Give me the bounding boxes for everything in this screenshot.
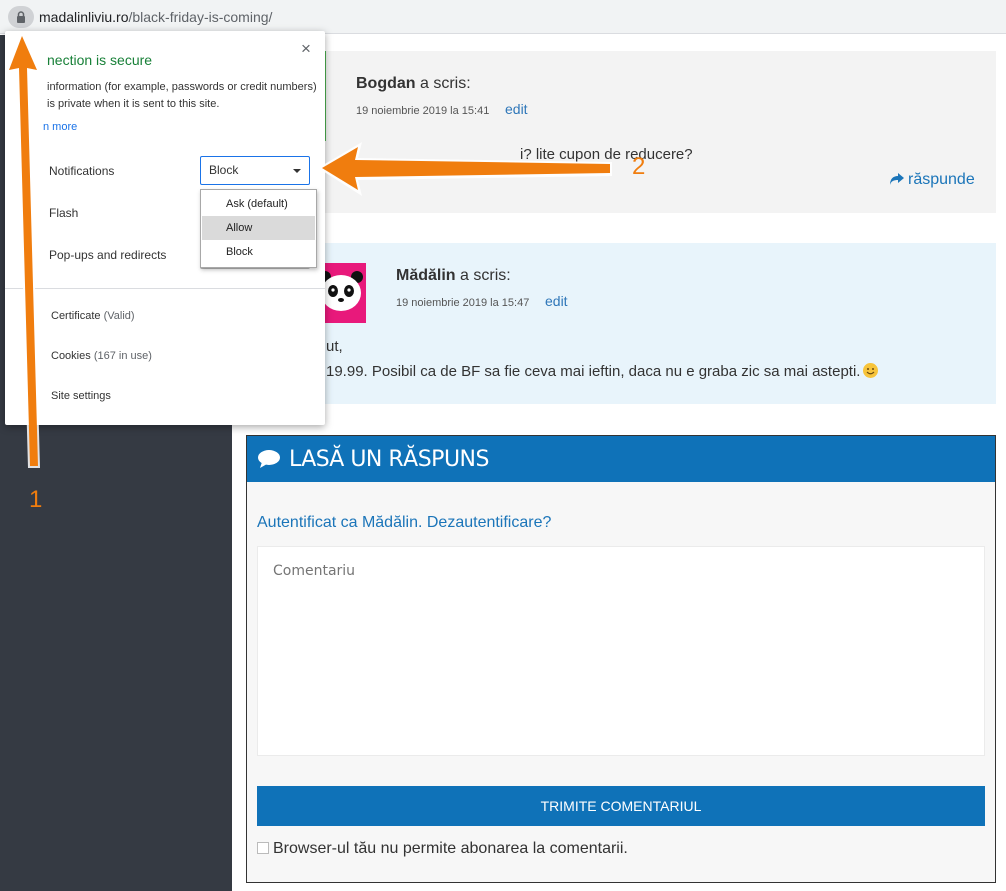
comment-verb: a scris: (420, 75, 471, 92)
reply-label: răspunde (908, 171, 975, 188)
url-domain: madalinliviu.ro (39, 9, 129, 25)
divider (5, 288, 325, 289)
annotation-badge-1: 1 (29, 486, 43, 513)
subscribe-label: Browser-ul tău nu permite abonarea la co… (273, 840, 628, 857)
reply-form: LASĂ UN RĂSPUNS Autentificat ca Mădălin.… (246, 435, 996, 883)
notifications-select-value: Block (209, 163, 239, 177)
comment-verb: a scris: (460, 267, 511, 284)
notifications-select[interactable]: Block (200, 156, 310, 185)
comment-date: 19 noiembrie 2019 la 15:47 (396, 297, 530, 309)
certificate-link[interactable]: Certificate (Valid) (51, 310, 135, 322)
reply-link[interactable]: răspunde (889, 171, 975, 189)
dropdown-option-block[interactable]: Block (202, 240, 315, 264)
permission-label-flash: Flash (49, 206, 79, 220)
address-bar: madalinliviu.ro/black-friday-is-coming/ (0, 0, 1006, 34)
url-field[interactable]: madalinliviu.ro/black-friday-is-coming/ (39, 9, 272, 25)
connection-status-title: nection is secure (47, 52, 153, 68)
lock-icon (17, 11, 25, 23)
comment-textarea[interactable] (257, 546, 985, 756)
reply-form-header: LASĂ UN RĂSPUNS (247, 436, 995, 482)
reply-arrow-icon (890, 173, 904, 185)
certificate-label: Certificate (51, 310, 101, 322)
cookies-count: (167 in use) (93, 350, 152, 362)
comment-text: i? lite cupon de reducere? (520, 146, 693, 163)
comment-author: Bogdan (356, 75, 416, 92)
annotation-badge-2: 2 (632, 153, 646, 180)
subscribe-checkbox[interactable] (257, 842, 269, 854)
permission-label-notifications: Notifications (49, 164, 115, 178)
reply-form-title: LASĂ UN RĂSPUNS (289, 447, 489, 472)
permission-label-popups: Pop-ups and redirects (49, 248, 167, 262)
comment-author-line: Mădălin a scris: (396, 267, 511, 285)
chevron-down-icon (293, 169, 301, 173)
cookies-label: Cookies (51, 350, 91, 362)
speech-bubble-icon (258, 450, 280, 468)
comment-author-line: Bogdan a scris: (356, 75, 471, 93)
learn-more-link[interactable]: n more (43, 121, 77, 133)
comment-edit-link[interactable]: edit (545, 293, 568, 309)
dropdown-option-ask[interactable]: Ask (default) (202, 192, 315, 216)
comment-author: Mădălin (396, 267, 456, 284)
cookies-link[interactable]: Cookies (167 in use) (51, 350, 152, 362)
screenshot-root: madalinliviu.ro/black-friday-is-coming/ … (0, 0, 1006, 891)
url-path: /black-friday-is-coming/ (128, 9, 273, 25)
site-settings-link[interactable]: Site settings (51, 390, 111, 402)
certificate-status: (Valid) (103, 310, 135, 322)
comment-date: 19 noiembrie 2019 la 15:41 (356, 105, 490, 117)
submit-comment-button[interactable]: TRIMITE COMENTARIUL (257, 786, 985, 826)
site-settings-label: Site settings (51, 390, 111, 402)
notifications-dropdown: Ask (default) Allow Block (200, 189, 317, 268)
smiley-emoji-icon (863, 363, 879, 378)
connection-description: information (for example, passwords or c… (47, 81, 317, 110)
comment-edit-link[interactable]: edit (505, 101, 528, 117)
avatar (325, 51, 326, 141)
comment-text-line: 19.99. Posibil ca de BF sa fie ceva mai … (326, 363, 879, 380)
site-info-button[interactable] (8, 6, 34, 28)
comment-text: 19.99. Posibil ca de BF sa fie ceva mai … (326, 363, 861, 380)
close-icon[interactable]: × (301, 39, 311, 59)
subscribe-row: Browser-ul tău nu permite abonarea la co… (257, 840, 628, 858)
comment-text-line: ut, (326, 338, 343, 355)
logged-in-link[interactable]: Autentificat ca Mădălin. Dezautentificar… (257, 514, 551, 532)
dropdown-option-allow[interactable]: Allow (202, 216, 315, 240)
